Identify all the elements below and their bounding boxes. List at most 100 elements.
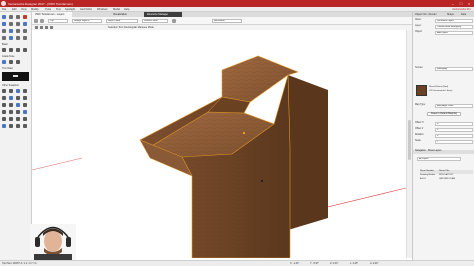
tool-set-icon-7[interactable] bbox=[16, 96, 20, 100]
mode-icon-1[interactable] bbox=[35, 26, 38, 29]
tool-set-icon-19[interactable] bbox=[16, 117, 20, 121]
menu-autoturbo[interactable]: AutoTurbo bbox=[80, 8, 92, 11]
tool-set-icon-12[interactable] bbox=[23, 103, 27, 107]
3d-model-view[interactable] bbox=[32, 30, 406, 258]
menu-tools[interactable]: Tools bbox=[45, 8, 51, 11]
smart-distance-icon[interactable] bbox=[16, 60, 20, 64]
tool-set-icon-11[interactable] bbox=[16, 103, 20, 107]
polygon-tool-icon[interactable] bbox=[9, 29, 13, 33]
rectangle-tool-icon[interactable] bbox=[9, 22, 13, 26]
class-row: Class: Document Object bbox=[415, 19, 473, 23]
circle-tool-icon[interactable] bbox=[16, 22, 20, 26]
door-tool-icon[interactable] bbox=[23, 36, 27, 40]
pan-tool-icon[interactable] bbox=[9, 15, 13, 19]
push-pull-tool-icon[interactable] bbox=[9, 36, 13, 40]
object-row: Object: Add Object bbox=[415, 31, 473, 35]
tool-set-icon-9[interactable] bbox=[2, 103, 6, 107]
arc-tool-icon[interactable] bbox=[23, 22, 27, 26]
rotation-field[interactable]: 0 bbox=[435, 134, 473, 138]
dimension-tool-icon[interactable] bbox=[23, 29, 27, 33]
render-mode-select[interactable]: Wireframe bbox=[212, 19, 242, 23]
line-tool-icon[interactable] bbox=[2, 22, 6, 26]
scale-field[interactable]: 1 bbox=[435, 140, 473, 144]
tool-set-icon-20[interactable] bbox=[23, 117, 27, 121]
tool-set-icon-17[interactable] bbox=[2, 117, 6, 121]
mode-icon-3[interactable] bbox=[45, 26, 48, 29]
tool-set-icon-2[interactable] bbox=[9, 89, 13, 93]
tool-set-icon-8[interactable] bbox=[23, 96, 27, 100]
tool-set-icon-24[interactable] bbox=[23, 124, 27, 128]
tool-set-icon-13[interactable] bbox=[2, 110, 6, 114]
tool-set-icon-3[interactable] bbox=[16, 89, 20, 93]
snap-grid-icon[interactable] bbox=[2, 48, 6, 52]
tool-set-icon-15[interactable] bbox=[16, 110, 20, 114]
snap-angle-icon[interactable] bbox=[16, 48, 20, 52]
sheet-title-header[interactable]: Sheet Title bbox=[439, 170, 473, 172]
tool-set-icon-4[interactable] bbox=[23, 89, 27, 93]
menu-file[interactable]: File bbox=[2, 8, 6, 11]
class-select[interactable]: Document Object bbox=[435, 19, 473, 23]
offset-v-field[interactable]: 0 bbox=[435, 128, 473, 132]
plane-select[interactable]: Layer Plane bbox=[106, 19, 138, 23]
tab-shape[interactable]: Shape bbox=[447, 13, 454, 16]
close-button[interactable]: × bbox=[466, 1, 472, 6]
tool-set-icon-6[interactable] bbox=[9, 96, 13, 100]
drawing-area[interactable] bbox=[32, 30, 412, 258]
minimize-button[interactable]: – bbox=[450, 1, 456, 6]
scrollbar-thumb[interactable] bbox=[408, 120, 411, 160]
view-select[interactable]: Top bbox=[48, 19, 68, 23]
layer-select[interactable]: Overall Wood Mahogany bbox=[435, 25, 473, 29]
smart-point-icon[interactable] bbox=[2, 60, 6, 64]
layer-select[interactable]: Design Layer-1 bbox=[72, 19, 102, 23]
menu-view[interactable]: View bbox=[21, 8, 27, 11]
offset-h-field[interactable]: 0 bbox=[435, 122, 473, 126]
mode-icon-2[interactable] bbox=[40, 26, 43, 29]
polyline-tool-icon[interactable] bbox=[2, 29, 6, 33]
render-icon[interactable] bbox=[40, 19, 44, 23]
reset-mapping-button[interactable]: Reset to Default Mapping bbox=[427, 112, 461, 116]
tool-set-icon-23[interactable] bbox=[16, 124, 20, 128]
extrude-tool-icon[interactable] bbox=[2, 36, 6, 40]
tool-set-icon-16[interactable] bbox=[23, 110, 27, 114]
texture-select[interactable]: Mahogany bbox=[435, 67, 473, 71]
navigation-header: Navigation - Sheet Layers bbox=[413, 150, 474, 154]
view-icon[interactable] bbox=[34, 19, 38, 23]
menu-windows[interactable]: Windows bbox=[97, 8, 108, 11]
menu-edit[interactable]: Edit bbox=[12, 8, 16, 11]
menu-text[interactable]: Text bbox=[56, 8, 61, 11]
tool-set-icon-14[interactable] bbox=[9, 110, 13, 114]
tool-set-icon-21[interactable] bbox=[2, 124, 6, 128]
tool-set-icon-18[interactable] bbox=[9, 117, 13, 121]
tool-set-icon-5[interactable] bbox=[2, 96, 6, 100]
sheet-number-header[interactable]: Sheet Number bbox=[420, 170, 438, 172]
tool-set-icon-22[interactable] bbox=[9, 124, 13, 128]
tool-set-icon-1[interactable] bbox=[2, 89, 6, 93]
flyover-tool-icon[interactable] bbox=[23, 15, 27, 19]
text-tool-icon[interactable] bbox=[16, 29, 20, 33]
snap-object-icon[interactable] bbox=[9, 48, 13, 52]
zoom-tool-icon[interactable] bbox=[16, 15, 20, 19]
selection-handle[interactable] bbox=[243, 132, 245, 134]
wall-tool-icon[interactable] bbox=[16, 36, 20, 40]
snap-edge-icon[interactable] bbox=[23, 48, 27, 52]
selection-tool-icon[interactable] bbox=[2, 15, 6, 19]
smart-edge-icon[interactable] bbox=[9, 60, 13, 64]
y-axis-line bbox=[32, 157, 83, 171]
texture-swatch[interactable] bbox=[416, 85, 427, 96]
saved-view-select[interactable]: Custom View bbox=[142, 19, 168, 23]
menu-modify[interactable]: Modify bbox=[31, 8, 39, 11]
object-field[interactable]: Add Object bbox=[435, 31, 473, 35]
menu-spotlight[interactable]: Spotlight bbox=[65, 8, 75, 11]
zoom-icon[interactable] bbox=[172, 19, 176, 23]
menu-model[interactable]: Model bbox=[113, 8, 120, 11]
map-type-select[interactable]: Auto-Align Plane bbox=[435, 104, 473, 108]
tab-object-info[interactable]: Object Info - Render bbox=[415, 13, 437, 16]
table-row[interactable]: A-101 GROUND PLAN bbox=[420, 178, 473, 182]
smart-label: Grade Note bbox=[2, 55, 15, 58]
menu-help[interactable]: Help bbox=[124, 8, 129, 11]
mode-icon-4[interactable] bbox=[50, 26, 53, 29]
tool-set-icon-10[interactable] bbox=[9, 103, 13, 107]
maximize-button[interactable]: □ bbox=[458, 1, 464, 6]
navigation-filter[interactable]: All Layers bbox=[417, 157, 461, 161]
tab-data[interactable]: Data bbox=[461, 13, 466, 16]
